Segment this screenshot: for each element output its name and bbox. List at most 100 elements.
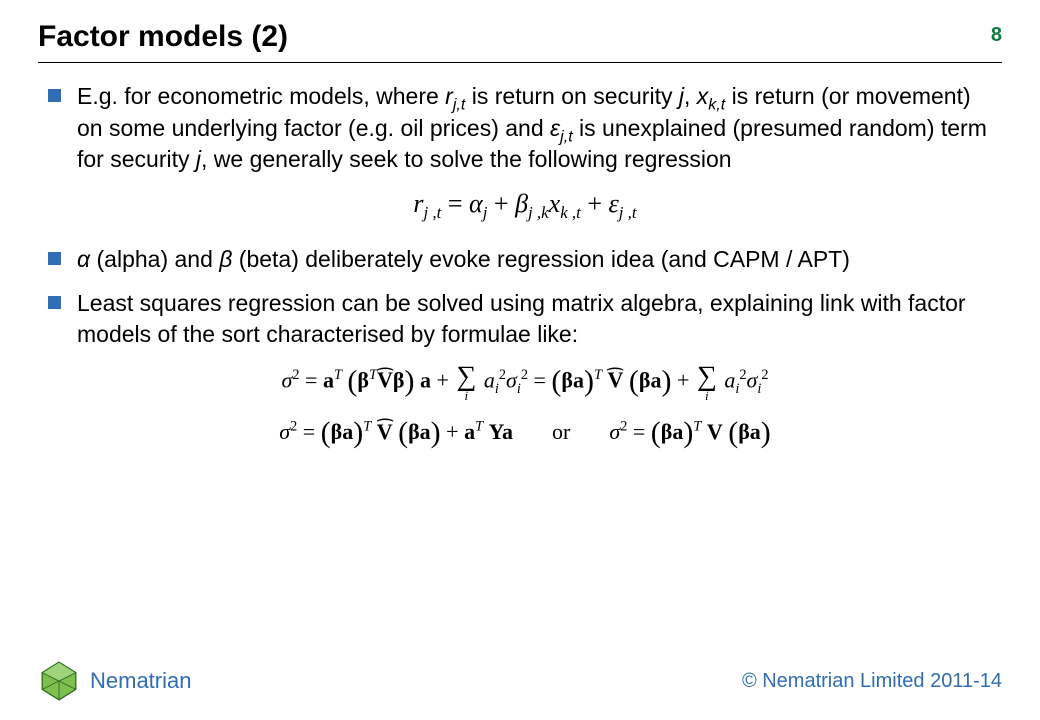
vec-a: a xyxy=(650,367,661,392)
sym-beta: β xyxy=(219,246,232,272)
vec-beta: β xyxy=(639,367,651,392)
vec-a: a xyxy=(464,419,475,444)
var-x-sub: k,t xyxy=(708,96,725,114)
eq-equals: = xyxy=(303,419,321,444)
logo-icon xyxy=(38,660,80,702)
sup-2: 2 xyxy=(292,367,299,383)
sup-T: T xyxy=(594,367,602,383)
page-title: Factor models (2) xyxy=(38,20,288,54)
mat-V: V xyxy=(707,419,723,444)
var-x: x xyxy=(697,83,709,109)
eq-equals: = xyxy=(441,189,469,218)
eq-plus: + xyxy=(436,367,454,392)
sup-T: T xyxy=(693,419,701,435)
sigma-index: i xyxy=(465,389,469,402)
eq-plus: + xyxy=(446,419,464,444)
vec-a: a xyxy=(750,419,761,444)
sym-sigma: σ xyxy=(282,367,293,392)
content: E.g. for econometric models, where rj,t … xyxy=(0,63,1040,450)
sym-sigma: σ xyxy=(609,419,620,444)
eq-x-sub: k ,t xyxy=(560,203,581,222)
sup-2: 2 xyxy=(290,419,297,435)
bullet-1-text: E.g. for econometric models, where rj,t … xyxy=(77,81,1002,175)
sigma-index: i xyxy=(705,389,709,402)
eq-beta: β xyxy=(515,189,528,218)
var-ai: a xyxy=(724,367,735,392)
sup-2: 2 xyxy=(499,367,506,383)
eq-eps-sub: j ,t xyxy=(619,203,637,222)
mat-Y: Y xyxy=(489,419,502,444)
bullet-icon xyxy=(48,252,61,265)
sup-T: T xyxy=(475,419,483,435)
equation-regression: rj ,t = αj + βj ,kxk ,t + εj ,t xyxy=(48,189,1002,222)
text-fragment: is return on security xyxy=(465,83,678,109)
sub-i: i xyxy=(735,381,739,397)
sigma-symbol: ∑ xyxy=(697,363,717,391)
sym-alpha: α xyxy=(77,246,90,272)
vec-a: a xyxy=(420,367,431,392)
var-eps: ε xyxy=(550,115,560,141)
mat-Vhat: V xyxy=(377,419,393,445)
vec-a: a xyxy=(342,419,353,444)
vec-beta: β xyxy=(408,419,420,444)
footer: Nematrian © Nematrian Limited 2011-14 xyxy=(0,660,1040,702)
eq-plus: + xyxy=(581,189,609,218)
eq-plus: + xyxy=(677,367,695,392)
var-sigi: σ xyxy=(506,367,517,392)
sigma-symbol: ∑ xyxy=(456,363,476,391)
vec-a: a xyxy=(502,419,513,444)
sub-i: i xyxy=(757,381,761,397)
vec-beta: β xyxy=(561,367,573,392)
mat-Vhat: V xyxy=(377,367,393,393)
text-fragment: , we generally seek to solve the followi… xyxy=(201,146,732,172)
var-sigi: σ xyxy=(746,367,757,392)
header: Factor models (2) 8 xyxy=(0,0,1040,54)
bullet-icon xyxy=(48,89,61,102)
eq-eps: ε xyxy=(609,189,619,218)
eq-plus: + xyxy=(487,189,515,218)
eq-alpha: α xyxy=(469,189,483,218)
sum-icon: ∑i xyxy=(456,363,476,402)
text-fragment: (alpha) and xyxy=(90,246,219,272)
var-eps-sub: j,t xyxy=(560,127,573,145)
var-r: r xyxy=(445,83,453,109)
eq-r-sub: j ,t xyxy=(424,203,442,222)
sub-i: i xyxy=(495,381,499,397)
mat-Vhat: V xyxy=(607,367,623,393)
vec-beta: β xyxy=(661,419,673,444)
copyright: © Nematrian Limited 2011-14 xyxy=(742,670,1002,693)
sup-T: T xyxy=(363,419,371,435)
text-fragment: E.g. for econometric models, where xyxy=(77,83,445,109)
sup-2: 2 xyxy=(620,419,627,435)
bullet-3-text: Least squares regression can be solved u… xyxy=(77,288,1002,349)
brand-name: Nematrian xyxy=(90,668,191,694)
eq-r: r xyxy=(413,189,423,218)
bullet-2: α (alpha) and β (beta) deliberately evok… xyxy=(48,244,1002,274)
sup-T: T xyxy=(334,367,342,383)
eq-equals: = xyxy=(633,419,651,444)
text-fragment: (beta) deliberately evoke regression ide… xyxy=(232,246,849,272)
vec-beta: β xyxy=(331,419,343,444)
sub-i: i xyxy=(517,381,521,397)
text-fragment: , xyxy=(684,83,697,109)
sup-2: 2 xyxy=(521,367,528,383)
slide: Factor models (2) 8 E.g. for econometric… xyxy=(0,0,1040,720)
sum-icon: ∑i xyxy=(697,363,717,402)
var-ai: a xyxy=(484,367,495,392)
eq-beta-sub: j ,k xyxy=(528,203,549,222)
eq-x: x xyxy=(549,189,561,218)
sym-sigma: σ xyxy=(279,419,290,444)
vec-beta: β xyxy=(738,419,750,444)
eq-equals: = xyxy=(305,367,323,392)
text-or: or xyxy=(552,419,570,444)
equation-variance-line2: σ2 = (βa)T V (βa) + aT Ya or σ2 = (βa)T … xyxy=(48,416,1002,450)
vec-a: a xyxy=(323,367,334,392)
bullet-icon xyxy=(48,296,61,309)
page-number: 8 xyxy=(991,24,1002,47)
bullet-2-text: α (alpha) and β (beta) deliberately evok… xyxy=(77,244,850,274)
vec-a: a xyxy=(420,419,431,444)
bullet-1: E.g. for econometric models, where rj,t … xyxy=(48,81,1002,175)
eq-equals: = xyxy=(533,367,551,392)
equation-variance-block: σ2 = aT (βTVβ) a + ∑i ai2σi2 = (βa)T V (… xyxy=(48,363,1002,450)
sup-2: 2 xyxy=(761,367,768,383)
